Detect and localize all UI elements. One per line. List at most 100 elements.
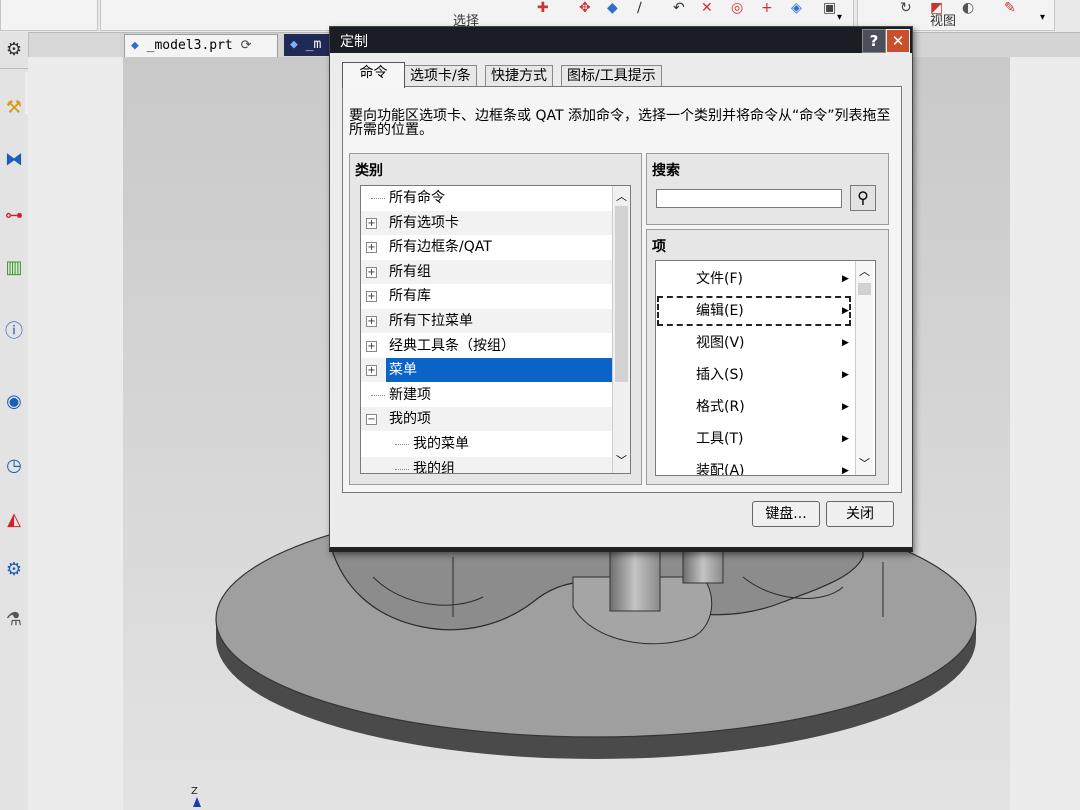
category-item[interactable]: 所有命令 [361, 186, 612, 210]
arc-icon[interactable]: ↶ [673, 0, 685, 16]
items-scrollbar[interactable]: ︿ ﹀ [855, 261, 873, 475]
menu-item[interactable]: 编辑(E) ▶ [656, 295, 852, 327]
scroll-down-icon[interactable]: ﹀ [613, 452, 630, 469]
tab-tabs-bars[interactable]: 选项卡/条 [404, 65, 477, 87]
crosshair-icon[interactable]: ✥ [579, 0, 591, 16]
scroll-up-icon[interactable]: ︿ [856, 263, 873, 280]
tab-page-commands: 要向功能区选项卡、边框条或 QAT 添加命令，选择一个类别并将命令从“命令”列表… [342, 86, 902, 493]
category-label: 我的组 [413, 460, 455, 474]
file-tab-label: _m [305, 37, 322, 52]
expand-icon[interactable]: + [366, 291, 377, 303]
dialog-titlebar[interactable]: 定制 ? ✕ [330, 27, 912, 53]
point-snap-icon[interactable]: ✚ [537, 0, 549, 16]
intersection-icon[interactable]: ✕ [701, 0, 713, 16]
menu-item[interactable]: 格式(R) ▶ [656, 391, 852, 423]
category-item[interactable]: + 所有边框条/QAT [361, 235, 612, 259]
category-label: 所有边框条/QAT [389, 239, 492, 256]
chevron-down-icon[interactable]: ▾ [1040, 12, 1045, 23]
z-axis-arrow-icon [193, 797, 201, 807]
categories-header: 类别 [355, 163, 383, 179]
category-item[interactable]: 我的菜单 [361, 432, 612, 456]
category-item[interactable]: + 所有库 [361, 284, 612, 308]
category-label: 菜单 [386, 358, 630, 383]
scrollbar-thumb[interactable] [615, 206, 628, 382]
category-item[interactable]: 我的组 [361, 456, 612, 474]
close-icon[interactable]: ✕ [886, 29, 910, 53]
tree-connector [395, 468, 409, 471]
axis-label-z: Z [191, 786, 198, 797]
category-label: 所有下拉菜单 [389, 313, 473, 329]
manufacturing-wizard-icon[interactable]: ⚗ [2, 606, 26, 634]
face-icon[interactable]: ◈ [791, 0, 802, 16]
pencil-icon[interactable]: ✎ [1004, 0, 1016, 16]
history-icon[interactable]: ◷ [2, 452, 26, 480]
category-item[interactable]: + 所有组 [361, 259, 612, 284]
menu-item[interactable]: 插入(S) ▶ [656, 359, 852, 391]
gear-icon[interactable]: ⚙ [2, 36, 26, 64]
scrollbar-thumb[interactable] [858, 283, 871, 295]
category-item[interactable]: 新建项 [361, 383, 612, 407]
expand-icon[interactable]: + [366, 242, 377, 254]
rotate-icon[interactable]: ↻ [900, 0, 912, 16]
system-materials-icon[interactable]: ◭ [2, 506, 26, 534]
circle-center-icon[interactable]: ◎ [731, 0, 743, 16]
collapse-icon[interactable]: − [366, 414, 377, 426]
submenu-arrow-icon: ▶ [842, 338, 849, 348]
view-orient-icon[interactable]: ◩ [930, 0, 943, 16]
constraint-navigator-icon[interactable]: ⧓ [2, 146, 26, 174]
line-icon[interactable]: ∕ [637, 0, 642, 16]
menu-item[interactable]: 工具(T) ▶ [656, 423, 852, 455]
expand-icon[interactable]: + [366, 266, 377, 278]
render-style-icon[interactable]: ◐ [962, 0, 974, 16]
menu-item[interactable]: 装配(A) ▶ [656, 455, 852, 476]
submenu-arrow-icon: ▶ [842, 306, 849, 316]
close-button[interactable]: 关闭 [826, 501, 894, 527]
expand-icon[interactable]: + [366, 316, 377, 327]
left-gap [28, 57, 123, 810]
submenu-arrow-icon: ▶ [842, 370, 849, 380]
tab-shortcuts[interactable]: 快捷方式 [485, 65, 553, 87]
filter-icon[interactable]: ▣ [823, 0, 836, 16]
web-browser-icon[interactable]: ◉ [2, 388, 26, 416]
assembly-navigator-icon[interactable]: ⚒ [2, 94, 26, 122]
cube-icon[interactable]: ◆ [607, 0, 618, 16]
expand-icon[interactable]: + [366, 217, 377, 229]
process-studio-icon[interactable]: ⚙ [2, 556, 26, 584]
reuse-library-icon[interactable]: ▥ [2, 254, 26, 282]
category-label: 我的项 [389, 411, 431, 428]
tab-commands[interactable]: 命令 [342, 62, 405, 88]
menu-item[interactable]: 视图(V) ▶ [656, 327, 852, 359]
categories-scrollbar[interactable]: ︿ ﹀ [612, 186, 630, 473]
hd3d-tools-icon[interactable]: ⓘ [2, 318, 26, 346]
tab-icons-tooltips[interactable]: 图标/工具提示 [561, 65, 662, 87]
categories-tree[interactable]: 所有命令 + 所有选项卡 + 所有边框条/QAT + 所有组 + 所有库 + 所有下拉菜单 + 经典工具… [360, 185, 631, 474]
menu-item-label: 工具(T) [696, 431, 744, 447]
part-file-icon: ◆ [131, 38, 139, 53]
search-icon[interactable]: ⚲ [850, 185, 876, 211]
menu-item-label: 装配(A) [696, 463, 745, 476]
expand-icon[interactable]: + [366, 340, 377, 352]
keyboard-button[interactable]: 键盘... [752, 501, 820, 527]
category-item[interactable]: + 菜单 [361, 358, 630, 383]
search-input[interactable] [656, 189, 842, 208]
expand-icon[interactable]: + [366, 365, 377, 377]
modified-icon: ⟳ [240, 38, 252, 53]
scroll-down-icon[interactable]: ﹀ [856, 455, 873, 472]
dialog-title: 定制 [340, 34, 368, 50]
category-item[interactable]: − 我的项 [361, 407, 612, 432]
file-tab-model3[interactable]: ◆ _model3.prt ⟳ [124, 34, 278, 57]
search-header: 搜索 [652, 163, 680, 179]
category-item[interactable]: + 所有选项卡 [361, 210, 612, 235]
category-item[interactable]: + 经典工具条（按组） [361, 334, 612, 358]
category-item[interactable]: + 所有下拉菜单 [361, 309, 612, 333]
plus-point-icon[interactable]: + [761, 0, 773, 16]
chevron-down-icon[interactable]: ▾ [837, 12, 842, 23]
part-navigator-icon[interactable]: ⊶ [2, 202, 26, 230]
category-label: 所有库 [389, 288, 431, 305]
help-button[interactable]: ? [862, 29, 886, 53]
scroll-up-icon[interactable]: ︿ [613, 188, 630, 205]
right-panel [1010, 57, 1080, 810]
menu-item[interactable]: 文件(F) ▶ [656, 263, 852, 295]
categories-panel: 类别 所有命令 + 所有选项卡 + 所有边框条/QAT + 所有组 + 所有库 + 所有下拉菜单 + 经… [349, 153, 642, 485]
items-list[interactable]: 文件(F) ▶ 编辑(E) ▶ 视图(V) ▶ 插入(S) ▶ 格式(R) ▶ 工具(T) ▶ 装配(A… [655, 260, 876, 476]
